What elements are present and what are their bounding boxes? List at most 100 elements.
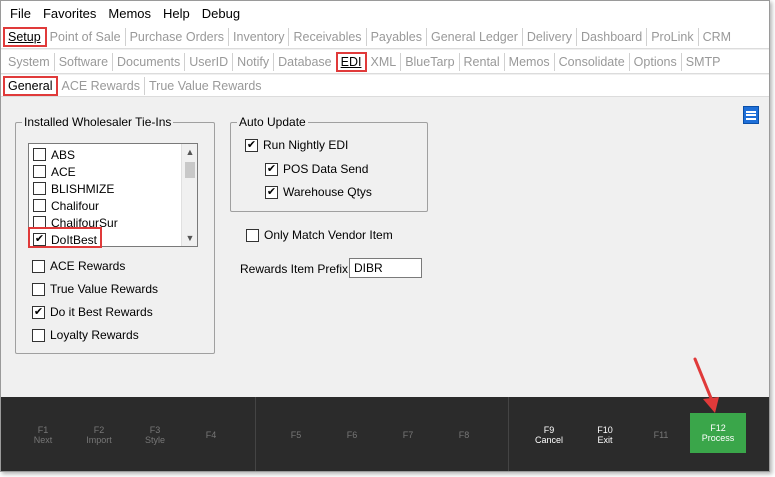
f11-key: F11 — [653, 429, 669, 440]
f4-button[interactable]: F4 — [189, 397, 233, 471]
tab-general-ledger[interactable]: General Ledger — [427, 27, 523, 46]
f2-import-button[interactable]: F2 Import — [77, 397, 121, 471]
checkbox-checked[interactable]: ✔ — [265, 162, 278, 176]
only-match-vendor-item-checkbox[interactable]: Only Match Vendor Item — [246, 228, 393, 242]
tab-payables[interactable]: Payables — [367, 27, 427, 46]
f5-button[interactable]: F5 — [274, 397, 318, 471]
list-item-label: BLISHMIZE — [51, 181, 115, 196]
tab-database[interactable]: Database — [274, 52, 337, 71]
checkbox-checked[interactable]: ✔ — [245, 138, 258, 152]
checkbox-checked[interactable]: ✔ — [32, 305, 45, 319]
menu-favorites[interactable]: Favorites — [38, 6, 101, 21]
list-item[interactable]: ACE — [33, 163, 76, 180]
tab-setup[interactable]: Setup — [3, 26, 47, 47]
menu-bar: File Favorites Memos Help Debug — [1, 1, 769, 25]
tab-ace-rewards[interactable]: ACE Rewards — [57, 76, 145, 95]
auto-update-title: Auto Update — [237, 115, 308, 129]
tab-dashboard[interactable]: Dashboard — [577, 27, 648, 46]
pos-data-send-checkbox[interactable]: ✔ POS Data Send — [265, 162, 368, 176]
list-item[interactable]: Chalifour — [33, 197, 99, 214]
ace-rewards-label: ACE Rewards — [50, 259, 126, 273]
checkbox[interactable] — [33, 165, 46, 178]
only-match-vendor-item-label: Only Match Vendor Item — [264, 228, 393, 242]
wholesaler-group-title: Installed Wholesaler Tie-Ins — [22, 115, 174, 129]
tab-crm[interactable]: CRM — [699, 28, 735, 46]
true-value-rewards-label: True Value Rewards — [50, 282, 159, 296]
tab-system[interactable]: System — [4, 52, 55, 71]
tab-true-value-rewards[interactable]: True Value Rewards — [145, 77, 266, 95]
list-item[interactable]: ABS — [33, 146, 75, 163]
hamburger-menu-icon[interactable] — [743, 106, 759, 124]
tab-xml[interactable]: XML — [366, 52, 402, 71]
list-item[interactable]: BLISHMIZE — [33, 180, 114, 197]
f11-button[interactable]: F11 — [639, 397, 683, 471]
checkbox[interactable] — [32, 328, 45, 342]
f9-label: Cancel — [534, 435, 563, 445]
f10-exit-button[interactable]: F10 Exit — [583, 397, 627, 471]
f12-key: F12 — [710, 422, 726, 433]
tab-options[interactable]: Options — [630, 52, 682, 71]
tab-edi[interactable]: EDI — [335, 51, 368, 72]
f7-button[interactable]: F7 — [386, 397, 430, 471]
edi-sub-tab-bar: General ACE Rewards True Value Rewards — [1, 75, 769, 97]
list-item-label: ABS — [51, 147, 76, 162]
rewards-prefix-input[interactable]: DIBR — [349, 258, 422, 278]
tab-bluetarp[interactable]: BlueTarp — [401, 52, 460, 71]
f1-key: F1 — [37, 424, 49, 435]
tab-prolink[interactable]: ProLink — [647, 27, 699, 46]
f12-label: Process — [701, 433, 735, 443]
f8-button[interactable]: F8 — [442, 397, 486, 471]
tab-general[interactable]: General — [2, 75, 59, 96]
tab-delivery[interactable]: Delivery — [523, 27, 578, 46]
setup-sub-tab-bar: System Software Documents UserID Notify … — [1, 50, 769, 74]
main-tab-bar: Setup Point of Sale Purchase Orders Inve… — [1, 25, 769, 49]
f3-label: Style — [144, 435, 165, 445]
f9-cancel-button[interactable]: F9 Cancel — [527, 397, 571, 471]
menu-file[interactable]: File — [5, 6, 36, 21]
f9-key: F9 — [543, 424, 555, 435]
checkbox[interactable] — [33, 199, 46, 212]
warehouse-qtys-checkbox[interactable]: ✔ Warehouse Qtys — [265, 185, 372, 199]
f7-key: F7 — [402, 429, 414, 440]
checkbox[interactable] — [32, 282, 45, 296]
menu-help[interactable]: Help — [158, 6, 195, 21]
app-window: File Favorites Memos Help Debug Setup Po… — [0, 0, 770, 472]
f6-button[interactable]: F6 — [330, 397, 374, 471]
rewards-prefix-label: Rewards Item Prefix: — [240, 262, 352, 276]
scroll-up-icon[interactable]: ▲ — [182, 144, 197, 160]
f3-style-button[interactable]: F3 Style — [133, 397, 177, 471]
ace-rewards-checkbox[interactable]: ACE Rewards — [32, 259, 125, 273]
tab-documents[interactable]: Documents — [113, 52, 186, 71]
checkbox[interactable] — [33, 182, 46, 195]
checkbox-checked[interactable]: ✔ — [265, 185, 278, 199]
tab-notify[interactable]: Notify — [233, 52, 275, 71]
tab-smtp[interactable]: SMTP — [682, 53, 725, 71]
menu-debug[interactable]: Debug — [197, 6, 245, 21]
tab-purchase-orders[interactable]: Purchase Orders — [126, 27, 230, 46]
tab-software[interactable]: Software — [55, 52, 114, 71]
f4-key: F4 — [205, 429, 217, 440]
wholesaler-tie-ins-group: Installed Wholesaler Tie-Ins ABS ACE BLI… — [15, 115, 215, 354]
tab-receivables[interactable]: Receivables — [289, 27, 367, 46]
tab-userid[interactable]: UserID — [185, 52, 234, 71]
checkbox[interactable] — [246, 228, 259, 242]
scroll-down-icon[interactable]: ▼ — [182, 230, 197, 246]
tab-memos[interactable]: Memos — [505, 52, 555, 71]
true-value-rewards-checkbox[interactable]: True Value Rewards — [32, 282, 158, 296]
menu-memos[interactable]: Memos — [103, 6, 156, 21]
tab-rental[interactable]: Rental — [460, 52, 505, 71]
list-scrollbar[interactable]: ▲ ▼ — [181, 144, 197, 246]
tab-point-of-sale[interactable]: Point of Sale — [46, 27, 126, 46]
checkbox[interactable] — [32, 259, 45, 273]
f2-label: Import — [86, 435, 112, 445]
f1-next-button[interactable]: F1 Next — [21, 397, 65, 471]
tab-inventory[interactable]: Inventory — [229, 27, 290, 46]
f12-process-button[interactable]: F12 Process — [690, 413, 746, 453]
loyalty-rewards-checkbox[interactable]: Loyalty Rewards — [32, 328, 139, 342]
pos-data-send-label: POS Data Send — [283, 162, 369, 176]
do-it-best-rewards-checkbox[interactable]: ✔ Do it Best Rewards — [32, 305, 153, 319]
tab-consolidate[interactable]: Consolidate — [555, 52, 630, 71]
run-nightly-edi-checkbox[interactable]: ✔ Run Nightly EDI — [245, 138, 348, 152]
scroll-thumb[interactable] — [185, 162, 195, 178]
checkbox[interactable] — [33, 148, 46, 161]
